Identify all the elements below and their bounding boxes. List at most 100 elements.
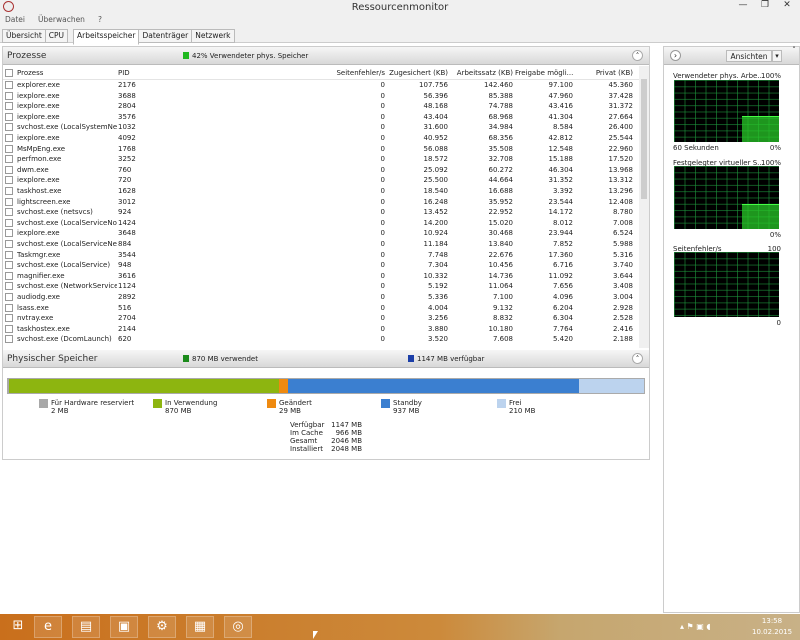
row-checkbox[interactable] [5,165,13,174]
tab-netzwerk[interactable]: Netzwerk [191,29,235,43]
shareable-cell: 6.716 [552,261,573,270]
views-dropdown-button[interactable]: ▾ [772,50,782,62]
row-checkbox[interactable] [5,91,13,100]
row-checkbox[interactable] [5,261,13,270]
row-checkbox[interactable] [5,187,13,195]
col-pid[interactable]: PID [118,69,130,77]
close-button[interactable]: ✕ [776,0,798,13]
clock-date[interactable]: 10.02.2015 [752,628,792,636]
table-row[interactable]: iexplore.exe 2804 0 48.168 74.788 43.416 31.37… [3,101,639,112]
page-faults-cell: 0 [380,240,385,248]
row-checkbox[interactable] [5,240,13,248]
col-seitenfehler[interactable]: Seitenfehler/s [313,69,385,77]
network-icon[interactable]: ⚙ [148,616,176,638]
page-faults-cell: 0 [380,81,385,89]
table-row[interactable]: svchost.exe (NetworkService) 1124 0 5.192 11… [3,281,639,292]
row-checkbox[interactable] [5,134,13,142]
row-checkbox[interactable] [5,314,13,323]
scroll-up-icon[interactable]: ˄ [788,46,800,58]
perfmon-icon[interactable]: ▦ [186,616,214,638]
row-checkbox[interactable] [5,112,13,121]
table-row[interactable]: dwm.exe 760 0 25.092 60.272 46.304 13.968 [3,165,639,176]
collapse-physical-button[interactable]: ˄ [632,353,643,364]
committed-cell: 31.600 [423,123,449,132]
table-row[interactable]: svchost.exe (LocalServiceNo... 1424 0 14.20… [3,218,639,229]
row-checkbox[interactable] [5,176,13,185]
row-checkbox[interactable] [5,197,13,206]
legend-value: 937 MB [393,407,420,415]
col-zugesichert[interactable]: Zugesichert (KB) [388,69,448,77]
shareable-cell: 7.656 [552,282,573,291]
row-checkbox[interactable] [5,250,13,259]
row-checkbox[interactable] [5,229,13,238]
processes-header[interactable]: Prozesse 42% Verwendeter phys. Speicher … [3,47,649,65]
tab-arbeitsspeicher[interactable]: Arbeitsspeicher [73,29,140,45]
row-checkbox[interactable] [5,303,13,312]
expand-button[interactable]: › [670,50,681,61]
menu-help[interactable]: ? [98,15,102,24]
row-checkbox[interactable] [5,324,13,333]
row-checkbox[interactable] [5,271,13,280]
menu-datei[interactable]: Datei [5,15,25,24]
select-all-checkbox[interactable] [5,69,13,77]
col-freigabe[interactable]: Freigabe mögli... [515,69,573,77]
table-row[interactable]: perfmon.exe 3252 0 18.572 32.708 15.188 17.520 [3,154,639,165]
tab-datentraeger[interactable]: Datenträger [138,29,193,43]
table-row[interactable]: iexplore.exe 3648 0 10.924 30.468 23.944 6.524 [3,228,639,239]
table-row[interactable]: Taskmgr.exe 3544 0 7.748 22.676 17.360 5.316 [3,250,639,261]
tab-cpu[interactable]: CPU [44,29,69,43]
store-icon[interactable]: ▣ [110,616,138,638]
start-icon[interactable]: ⊞ [4,616,32,638]
menu-ueberwachen[interactable]: Überwachen [38,15,85,24]
table-row[interactable]: taskhostex.exe 2144 0 3.880 10.180 7.764 2.416 [3,324,639,335]
page-faults-cell: 0 [380,208,385,217]
row-checkbox[interactable] [5,208,13,217]
table-row[interactable]: svchost.exe (netsvcs) 924 0 13.452 22.952 14.… [3,207,639,218]
views-button[interactable]: Ansichten [726,50,772,62]
page-faults-cell: 0 [380,144,385,153]
scrollbar-thumb[interactable] [641,79,647,199]
internet-explorer-icon[interactable]: e [34,616,62,638]
maximize-button[interactable]: ❐ [754,0,776,13]
table-row[interactable]: magnifier.exe 3616 0 10.332 14.736 11.092 3.64… [3,271,639,282]
table-row[interactable]: iexplore.exe 3576 0 43.404 68.968 41.304 27.66… [3,112,639,123]
row-checkbox[interactable] [5,81,13,89]
row-checkbox[interactable] [5,335,13,344]
table-row[interactable]: nvtray.exe 2704 0 3.256 8.832 6.304 2.528 [3,313,639,324]
table-row[interactable]: iexplore.exe 720 0 25.500 44.664 31.352 13.312 [3,175,639,186]
table-row[interactable]: explorer.exe 2176 0 107.756 142.460 97.100 45.… [3,80,639,91]
row-checkbox[interactable] [5,155,13,164]
row-checkbox[interactable] [5,123,13,132]
col-prozess[interactable]: Prozess [17,69,43,77]
table-row[interactable]: svchost.exe (LocalSystemNet... 1032 0 31.60… [3,122,639,133]
row-checkbox[interactable] [5,293,13,301]
physical-memory-header[interactable]: Physischer Speicher 870 MB verwendet 114… [3,350,649,368]
shareable-cell: 4.096 [552,293,573,301]
collapse-processes-button[interactable]: ˄ [632,50,643,61]
minimize-button[interactable]: — [732,0,754,13]
tab-uebersicht[interactable]: Übersicht [2,29,46,43]
row-checkbox[interactable] [5,102,13,111]
table-row[interactable]: taskhost.exe 1628 0 18.540 16.688 3.392 13.296 [3,186,639,197]
resource-monitor-icon[interactable]: ◎ [224,616,252,638]
private-cell: 17.520 [608,155,634,164]
stat-row: Im Cache 966 MB [290,429,362,437]
file-explorer-icon[interactable]: ▤ [72,616,100,638]
clock-time[interactable]: 13:58 [752,617,792,625]
table-row[interactable]: lsass.exe 516 0 4.004 9.132 6.204 2.928 [3,303,639,314]
col-arbeitssatz[interactable]: Arbeitssatz (KB) [453,69,513,77]
table-row[interactable]: svchost.exe (LocalServiceNet... 884 0 11.18… [3,239,639,250]
col-privat[interactable]: Privat (KB) [578,69,633,77]
table-row[interactable]: iexplore.exe 4092 0 40.952 68.356 42.812 25.54… [3,133,639,144]
process-name-cell: svchost.exe (LocalServiceNo... [17,218,117,227]
tray-icons[interactable]: ▴ ⚑ ▣ ◖ [680,622,711,631]
table-row[interactable]: lightscreen.exe 3012 0 16.248 35.952 23.544 12… [3,197,639,208]
row-checkbox[interactable] [5,144,13,153]
row-checkbox[interactable] [5,282,13,291]
table-row[interactable]: MsMpEng.exe 1768 0 56.088 35.508 12.548 22.960 [3,144,639,155]
table-row[interactable]: iexplore.exe 3688 0 56.396 85.388 47.960 37.42… [3,91,639,102]
table-row[interactable]: audiodg.exe 2892 0 5.336 7.100 4.096 3.004 [3,292,639,303]
table-row[interactable]: svchost.exe (LocalService) 948 0 7.304 10.45… [3,260,639,271]
table-row[interactable]: svchost.exe (DcomLaunch) 620 0 3.520 7.608 5.… [3,334,639,345]
row-checkbox[interactable] [5,218,13,227]
